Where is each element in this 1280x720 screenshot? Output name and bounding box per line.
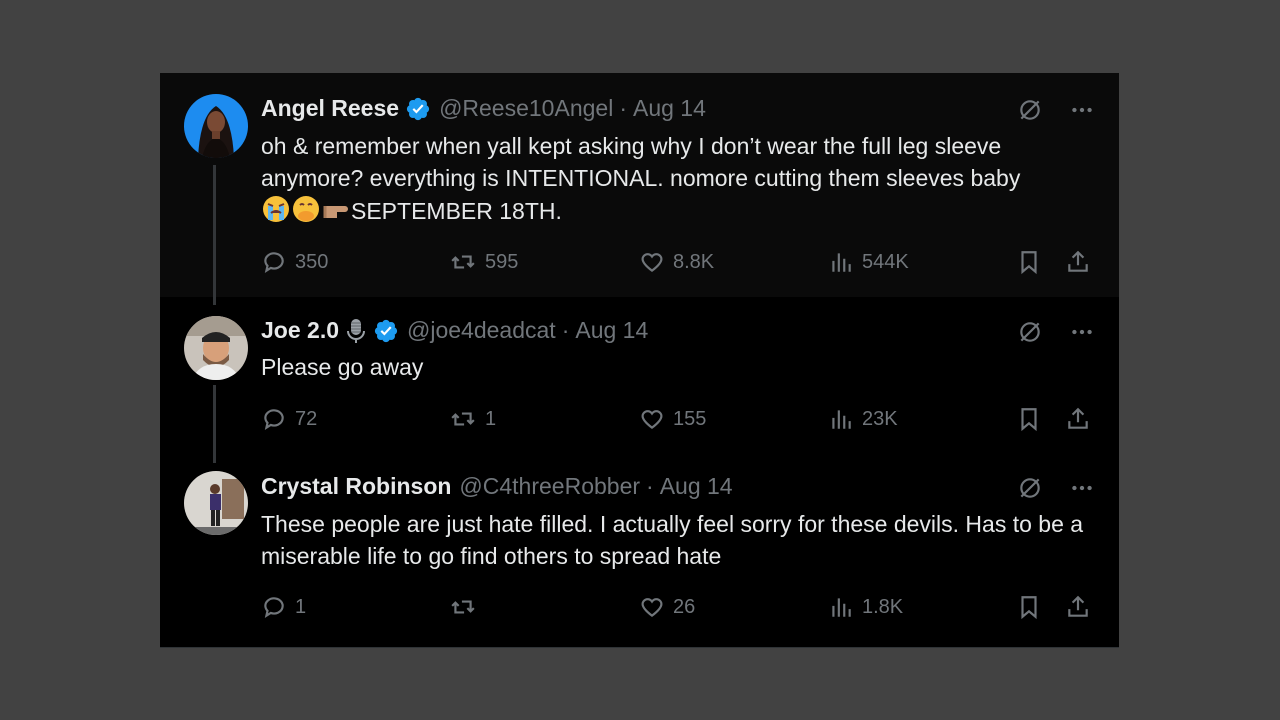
share-button[interactable] <box>1065 403 1099 435</box>
repost-count: 595 <box>485 250 519 273</box>
avatar[interactable] <box>184 316 248 380</box>
tweet-crystal-robinson[interactable]: Crystal Robinson @C4threeRobber · Aug 14… <box>160 460 1119 648</box>
author-handle[interactable]: @joe4deadcat <box>407 317 556 344</box>
avatar[interactable] <box>184 94 248 158</box>
microphone-icon <box>347 318 365 343</box>
separator: · <box>619 95 627 121</box>
author-name[interactable]: Joe 2.0 <box>261 317 339 344</box>
author-handle[interactable]: @Reese10Angel <box>439 95 613 122</box>
share-button[interactable] <box>1065 246 1099 278</box>
verified-badge-icon <box>406 97 430 120</box>
more-icon[interactable] <box>1069 97 1095 123</box>
tweet-date[interactable]: Aug 14 <box>633 95 706 122</box>
reply-count: 72 <box>295 407 318 430</box>
tweet-text: oh & remember when yall kept asking why … <box>261 130 1101 232</box>
view-count: 1.8K <box>862 595 904 618</box>
tweet-date[interactable]: Aug 14 <box>660 473 733 500</box>
repost-icon <box>451 255 475 269</box>
loudly-crying-emoji-icon <box>261 194 291 232</box>
repost-count: 1 <box>485 407 497 430</box>
more-icon[interactable] <box>1069 319 1095 345</box>
bookmark-button[interactable] <box>1016 403 1050 435</box>
views-icon <box>832 598 851 617</box>
thread-line <box>213 165 216 305</box>
view-count: 23K <box>862 407 898 430</box>
like-button[interactable]: 155 <box>639 403 706 435</box>
view-count: 544K <box>862 250 909 273</box>
reply-icon <box>264 597 284 618</box>
share-icon <box>1068 250 1088 272</box>
bookmark-button[interactable] <box>1016 591 1050 623</box>
reply-count: 350 <box>295 250 329 273</box>
views-button[interactable]: 23K <box>828 403 898 435</box>
like-button[interactable]: 8.8K <box>639 246 714 278</box>
thread-line <box>213 385 216 463</box>
repost-button[interactable] <box>449 591 485 623</box>
tweet-joe[interactable]: Joe 2.0 @joe4deadcat · Aug 14 Please go … <box>160 297 1119 463</box>
tweet-text-main: oh & remember when yall kept asking why … <box>261 133 1021 191</box>
repost-icon <box>451 600 475 614</box>
views-button[interactable]: 1.8K <box>828 591 903 623</box>
tweet-actions: 1 26 1.8K <box>261 591 1095 623</box>
repost-button[interactable]: 1 <box>449 403 496 435</box>
tweet-angel-reese[interactable]: Angel Reese @Reese10Angel · Aug 14 oh & … <box>160 73 1119 305</box>
separator: · <box>646 473 654 499</box>
bookmark-button[interactable] <box>1016 246 1050 278</box>
separator: · <box>561 317 570 343</box>
reply-button[interactable]: 350 <box>261 246 328 278</box>
more-icon[interactable] <box>1069 475 1095 501</box>
avatar[interactable] <box>184 471 248 535</box>
like-icon <box>641 253 663 273</box>
author-name[interactable]: Angel Reese <box>261 95 399 122</box>
repost-button[interactable]: 595 <box>449 246 518 278</box>
like-count: 26 <box>673 595 696 618</box>
reply-icon <box>264 409 284 430</box>
author-handle[interactable]: @C4threeRobber <box>459 473 640 500</box>
tweet-text-tail: SEPTEMBER 18TH. <box>351 198 562 224</box>
like-count: 8.8K <box>673 250 715 273</box>
pointing-right-emoji-icon <box>321 194 351 232</box>
views-button[interactable]: 544K <box>828 246 909 278</box>
reply-count: 1 <box>295 595 307 618</box>
grok-icon[interactable] <box>1017 97 1043 123</box>
share-button[interactable] <box>1065 591 1099 623</box>
views-icon <box>832 410 851 429</box>
bookmark-icon <box>1021 251 1037 275</box>
like-count: 155 <box>673 407 707 430</box>
bookmark-icon <box>1021 408 1037 432</box>
face-hand-over-mouth-emoji-icon <box>291 194 321 232</box>
like-icon <box>641 410 663 430</box>
verified-badge-icon <box>374 319 398 342</box>
reply-button[interactable]: 72 <box>261 403 317 435</box>
like-button[interactable]: 26 <box>639 591 695 623</box>
author-name[interactable]: Crystal Robinson <box>261 473 451 500</box>
bookmark-icon <box>1021 596 1037 620</box>
tweet-thread: Angel Reese @Reese10Angel · Aug 14 oh & … <box>160 73 1119 648</box>
reply-button[interactable]: 1 <box>261 591 306 623</box>
tweet-date[interactable]: Aug 14 <box>575 317 648 344</box>
grok-icon[interactable] <box>1017 475 1043 501</box>
tweet-text: Please go away <box>261 354 424 380</box>
tweet-actions: 350 595 8.8K 544K <box>261 246 1095 278</box>
share-icon <box>1068 595 1088 617</box>
views-icon <box>832 253 851 272</box>
reply-icon <box>264 252 284 273</box>
share-icon <box>1068 407 1088 429</box>
grok-icon[interactable] <box>1017 319 1043 345</box>
repost-icon <box>451 412 475 426</box>
like-icon <box>641 598 663 618</box>
tweet-text: These people are just hate filled. I act… <box>261 511 1084 569</box>
tweet-actions: 72 1 155 23K <box>261 403 1095 435</box>
